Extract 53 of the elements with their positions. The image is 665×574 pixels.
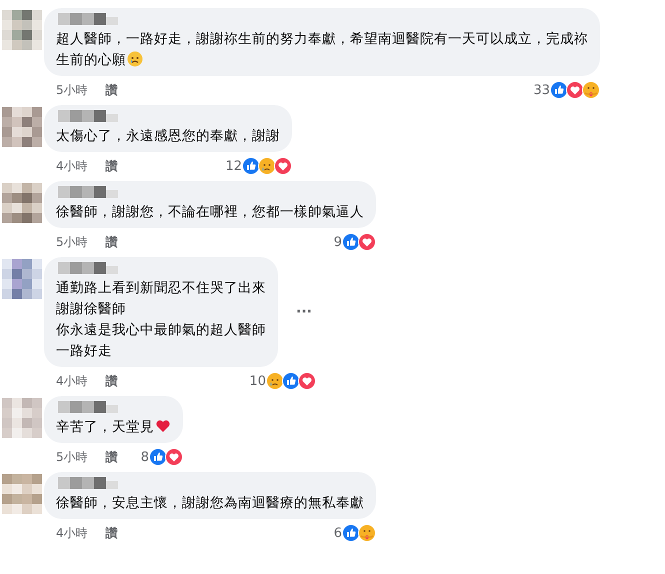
avatar-mosaic-drawing: [2, 398, 42, 438]
like-link[interactable]: 讚: [106, 372, 118, 390]
blurred-name-drawing: [58, 401, 118, 413]
like-link[interactable]: 讚: [106, 448, 118, 466]
comment-text: 徐醫師，謝謝您，不論在哪裡，您都一樣帥氣逼人: [56, 203, 364, 222]
avatar-mosaic-drawing: [2, 259, 42, 299]
comment-text: 一路好走: [56, 342, 113, 361]
reaction-count[interactable]: 8: [140, 450, 149, 464]
comment-time: 4小時: [56, 372, 88, 390]
comment-text: 超人醫師，一路好走，謝謝祢生前的努力奉獻，希望南迴醫院有一天可以成立，完成祢: [56, 30, 588, 49]
hugging-face-icon: [582, 81, 600, 99]
blurred-name-drawing: [58, 13, 118, 25]
blurred-name-drawing: [58, 186, 118, 198]
avatar-mosaic-drawing: [2, 474, 42, 514]
comment-time: 5小時: [56, 448, 88, 466]
reaction-count[interactable]: 6: [334, 526, 342, 540]
thumbs-up-icon: [282, 372, 300, 390]
reaction-count[interactable]: 33: [533, 82, 550, 98]
comment-text: 辛苦了，天堂見: [56, 417, 171, 438]
comment-text: 太傷心了，永遠感恩您的奉獻，謝謝: [56, 127, 280, 146]
comment-time: 4小時: [56, 158, 88, 174]
thumbs-up-icon: [149, 448, 167, 466]
blurred-name-drawing: [58, 477, 118, 489]
like-link[interactable]: 讚: [106, 524, 118, 542]
like-link[interactable]: 讚: [106, 234, 118, 250]
comment-text: 徐醫師，安息主懷，謝謝您為南迴醫療的無私奉獻: [56, 494, 364, 513]
hugging-face-icon: [358, 524, 376, 542]
crying-face-icon: [266, 372, 284, 390]
blurred-name-drawing: [58, 110, 118, 122]
heart-icon: [155, 418, 171, 434]
comment-text: 生前的心願: [56, 50, 588, 71]
like-link[interactable]: 讚: [106, 158, 118, 174]
like-link[interactable]: 讚: [106, 82, 118, 98]
comment-time: 4小時: [56, 524, 88, 542]
thumbs-up-icon: [342, 233, 360, 251]
reaction-count[interactable]: 10: [249, 374, 266, 388]
comment-text: 通勤路上看到新聞忍不住哭了出來: [56, 279, 266, 298]
comment-time: 5小時: [56, 82, 88, 98]
crying-face-icon: [258, 157, 276, 175]
thumbs-up-icon: [242, 157, 260, 175]
avatar-mosaic-drawing: [2, 10, 42, 50]
thumbs-up-icon: [550, 81, 568, 99]
avatar-mosaic-drawing: [2, 183, 42, 223]
comment-time: 5小時: [56, 234, 88, 250]
crying-face-icon: [127, 51, 143, 67]
avatar-mosaic-drawing: [2, 107, 42, 147]
thumbs-up-icon: [342, 524, 360, 542]
reaction-count[interactable]: 9: [334, 234, 342, 250]
comment-text: 你永遠是我心中最帥氣的超人醫師: [56, 321, 266, 340]
reaction-count[interactable]: 12: [225, 158, 242, 174]
more-options-button[interactable]: ···: [292, 302, 316, 322]
blurred-name-drawing: [58, 262, 118, 274]
comment-text: 謝謝徐醫師: [56, 300, 127, 319]
